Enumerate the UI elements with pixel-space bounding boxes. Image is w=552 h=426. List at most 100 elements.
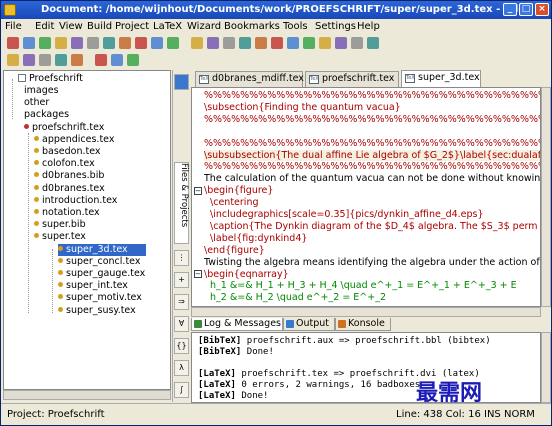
tab-d0branes_mdiff-tex[interactable]: TeX d0branes_mdiff.tex xyxy=(195,71,304,87)
close-icon[interactable] xyxy=(39,37,51,49)
tree-item[interactable]: super_motiv.tex xyxy=(58,292,142,304)
editor-hscrollbar[interactable] xyxy=(191,307,541,317)
mathsymbol-icon[interactable] xyxy=(111,54,123,66)
tree-item[interactable]: super_gauge.tex xyxy=(58,268,145,280)
tree-item[interactable]: super_concl.tex xyxy=(58,256,140,268)
tree-item[interactable]: appendices.tex xyxy=(34,134,114,146)
maximize-button[interactable]: □ xyxy=(519,3,533,16)
files-projects-tab[interactable]: Files & Projects xyxy=(174,162,189,244)
menu-file[interactable]: File xyxy=(5,21,22,32)
menu-edit[interactable]: Edit xyxy=(35,21,54,32)
side-tool-tab[interactable]: λ xyxy=(174,360,189,376)
minimize-button[interactable]: _ xyxy=(503,3,517,16)
menu-project[interactable]: Project xyxy=(115,21,149,32)
bottom-tab-label: Output xyxy=(296,318,329,329)
cut-icon[interactable] xyxy=(135,37,147,49)
side-tool-tab[interactable]: ∀ xyxy=(174,316,189,332)
editor-line: h_1 &=& H_1 + H_3 + H_4 \quad e^+_1 = E^… xyxy=(204,280,517,292)
bottom-tab-log[interactable]: Log & Messages xyxy=(191,318,283,331)
menu-tools[interactable]: Tools xyxy=(283,21,308,32)
tree-item[interactable]: d0branes.tex xyxy=(34,183,105,195)
editor-area[interactable]: %%%%%%%%%%%%%%%%%%%%%%%%%%%%%%%%%%%%%%%%… xyxy=(191,87,541,307)
redo-icon[interactable] xyxy=(119,37,131,49)
menu-build[interactable]: Build xyxy=(87,21,112,32)
new-doc-icon[interactable] xyxy=(7,37,19,49)
log-panel[interactable]: [BibTeX] proefschrift.aux => proefschrif… xyxy=(191,332,541,403)
tree-item[interactable]: introduction.tex xyxy=(34,195,117,207)
log-scrollbar[interactable] xyxy=(541,332,551,403)
bottom-tab-konsole[interactable]: Konsole xyxy=(335,318,391,331)
tree-item[interactable]: colofon.tex xyxy=(34,158,95,170)
save-icon[interactable] xyxy=(55,37,67,49)
tree-item-selected[interactable]: super_3d.tex xyxy=(58,243,146,256)
pdf-viewer-icon[interactable] xyxy=(55,54,67,66)
editor-vscrollbar[interactable] xyxy=(541,87,551,307)
split-icon[interactable] xyxy=(367,37,379,49)
close-button[interactable]: × xyxy=(535,3,549,16)
find-next-icon[interactable] xyxy=(207,37,219,49)
tree-item[interactable]: d0branes.bib xyxy=(34,170,104,182)
tree-item[interactable]: super.tex xyxy=(34,231,86,243)
tree-item[interactable]: basedon.tex xyxy=(34,146,101,158)
tree-scrollbar[interactable] xyxy=(3,390,171,400)
prev-error-icon[interactable] xyxy=(335,37,347,49)
structure-tab[interactable] xyxy=(174,74,189,90)
error-icon[interactable] xyxy=(303,37,315,49)
menu-view[interactable]: View xyxy=(59,21,83,32)
tree-item-label: super_gauge.tex xyxy=(66,268,146,279)
project-tree[interactable]: Proefschrift images other packages proefsch… xyxy=(3,70,171,390)
structure-icon[interactable] xyxy=(95,54,107,66)
side-tool-tab[interactable]: + xyxy=(174,272,189,288)
save-all-icon[interactable] xyxy=(71,37,83,49)
fold-marker[interactable]: − xyxy=(194,186,202,195)
bibtex-icon[interactable] xyxy=(71,54,83,66)
tree-item[interactable]: proefschrift.tex xyxy=(24,122,104,134)
side-tool-tab[interactable]: ⇒ xyxy=(174,294,189,310)
editor-line: %%%%%%%%%%%%%%%%%%%%%%%%%%%%%%%%%%%%%%%%… xyxy=(204,113,540,125)
open-icon[interactable] xyxy=(23,37,35,49)
copy-icon[interactable] xyxy=(151,37,163,49)
bottom-tab-output[interactable]: Output xyxy=(283,318,335,331)
dvi-viewer-icon[interactable] xyxy=(39,54,51,66)
file-icon xyxy=(34,148,39,153)
project-icon xyxy=(18,74,26,82)
undo-icon[interactable] xyxy=(103,37,115,49)
side-tool-tab[interactable]: ∫ xyxy=(174,382,189,398)
tree-item-label: basedon.tex xyxy=(42,146,101,157)
view-dvi-icon[interactable] xyxy=(271,37,283,49)
app-icon[interactable] xyxy=(4,4,16,16)
tree-item[interactable]: other xyxy=(24,97,49,109)
tab-proefschrift-tex[interactable]: TeX proefschrift.tex xyxy=(305,71,399,87)
side-tool-tab[interactable]: {} xyxy=(174,338,189,354)
next-error-icon[interactable] xyxy=(319,37,331,49)
help-icon[interactable] xyxy=(351,37,363,49)
tree-item[interactable]: super_susy.tex xyxy=(58,305,136,317)
replace-icon[interactable] xyxy=(223,37,235,49)
tree-item[interactable]: notation.tex xyxy=(34,207,100,219)
stop-icon[interactable] xyxy=(287,37,299,49)
editor-line: \centering xyxy=(204,197,259,209)
fold-marker[interactable]: − xyxy=(194,270,202,278)
menu-settings[interactable]: Settings xyxy=(315,21,356,32)
pdflatex-icon[interactable] xyxy=(23,54,35,66)
paste-icon[interactable] xyxy=(167,37,179,49)
menu-help[interactable]: Help xyxy=(357,21,380,32)
tree-root[interactable]: Proefschrift xyxy=(18,73,83,85)
find-icon[interactable] xyxy=(191,37,203,49)
side-tool-tab[interactable]: ⋮ xyxy=(174,250,189,266)
quickstart-icon[interactable] xyxy=(127,54,139,66)
tree-item[interactable]: super.bib xyxy=(34,219,86,231)
tree-item[interactable]: packages xyxy=(24,109,69,121)
tab-super_3d-tex[interactable]: TeX super_3d.tex xyxy=(401,70,481,87)
menu-latex[interactable]: LaTeX xyxy=(153,21,182,32)
quickbuild-icon[interactable] xyxy=(255,37,267,49)
status-position: Line: 438 Col: 16 INS NORM xyxy=(396,409,535,420)
latex-icon[interactable] xyxy=(7,54,19,66)
tree-item[interactable]: super_int.tex xyxy=(58,280,128,292)
menu-bookmarks[interactable]: Bookmarks xyxy=(224,21,280,32)
title-bar[interactable]: Document: /home/wijnhout/Documents/work/… xyxy=(1,1,551,19)
zoom-icon[interactable] xyxy=(239,37,251,49)
menu-wizard[interactable]: Wizard xyxy=(187,21,221,32)
tree-item[interactable]: images xyxy=(24,85,59,97)
print-icon[interactable] xyxy=(87,37,99,49)
